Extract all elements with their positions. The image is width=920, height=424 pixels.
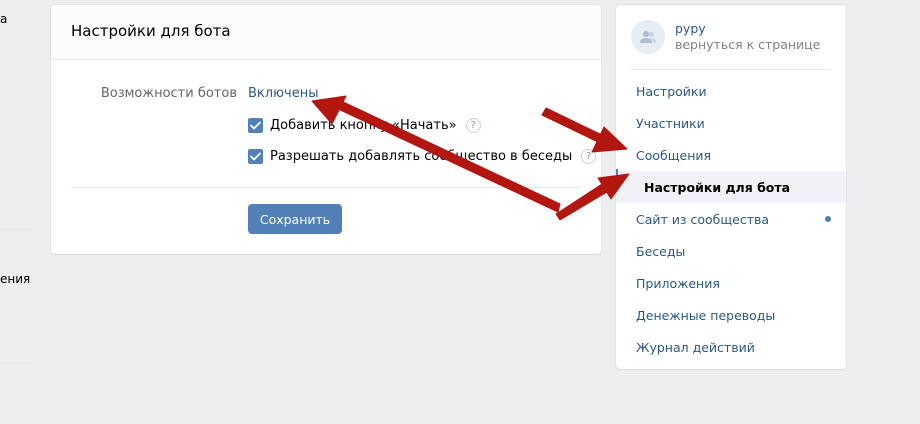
bot-settings-card: Настройки для бота Возможности ботов Вкл… (51, 5, 601, 254)
community-settings-menu: pypy вернуться к странице Настройки Учас… (616, 5, 846, 369)
divider (71, 187, 581, 188)
back-to-page-link[interactable]: вернуться к странице (675, 37, 820, 53)
menu-item-community-site[interactable]: Сайт из сообщества (616, 203, 846, 235)
allow-chats-checkbox-row[interactable]: Разрешать добавлять сообщество в беседы … (248, 149, 597, 164)
menu-item-apps[interactable]: Приложения (616, 267, 846, 299)
start-button-checkbox-row[interactable]: Добавить кнопку «Начать» ? (248, 118, 481, 133)
menu-item-action-log[interactable]: Журнал действий (616, 331, 846, 363)
start-button-checkbox[interactable] (248, 118, 263, 133)
save-button[interactable]: Сохранить (248, 204, 342, 234)
group-name-link[interactable]: pypy (675, 21, 820, 37)
group-icon (640, 31, 656, 43)
new-indicator-dot (825, 216, 831, 222)
left-text-fragment-top: a (0, 12, 8, 26)
menu-item-chats[interactable]: Беседы (616, 235, 846, 267)
left-divider (0, 229, 34, 230)
page-title: Настройки для бота (51, 5, 601, 60)
checkmark-icon (250, 121, 261, 130)
group-header[interactable]: pypy вернуться к странице (631, 20, 820, 54)
left-divider (0, 363, 34, 364)
checkmark-icon (250, 152, 261, 161)
menu-item-members[interactable]: Участники (616, 107, 846, 139)
allow-chats-checkbox-label[interactable]: Разрешать добавлять сообщество в беседы (270, 149, 572, 164)
avatar[interactable] (631, 20, 665, 54)
allow-chats-checkbox[interactable] (248, 149, 263, 164)
menu-item-money-transfers[interactable]: Денежные переводы (616, 299, 846, 331)
left-column-fragment: a ения (0, 0, 34, 424)
menu-item-settings[interactable]: Настройки (616, 75, 846, 107)
start-button-checkbox-label[interactable]: Добавить кнопку «Начать» (270, 118, 457, 133)
active-item-marker (616, 169, 618, 181)
menu-item-label: Сайт из сообщества (636, 211, 770, 227)
bot-features-dropdown[interactable]: Включены (248, 86, 318, 101)
left-text-fragment-bottom[interactable]: ения (0, 272, 30, 286)
question-icon[interactable]: ? (581, 149, 597, 164)
menu-item-messages[interactable]: Сообщения (616, 139, 846, 171)
bot-features-label: Возможности ботов (100, 86, 237, 101)
divider (631, 69, 831, 70)
menu-item-bot-settings[interactable]: Настройки для бота (616, 171, 846, 203)
question-icon[interactable]: ? (465, 118, 481, 133)
